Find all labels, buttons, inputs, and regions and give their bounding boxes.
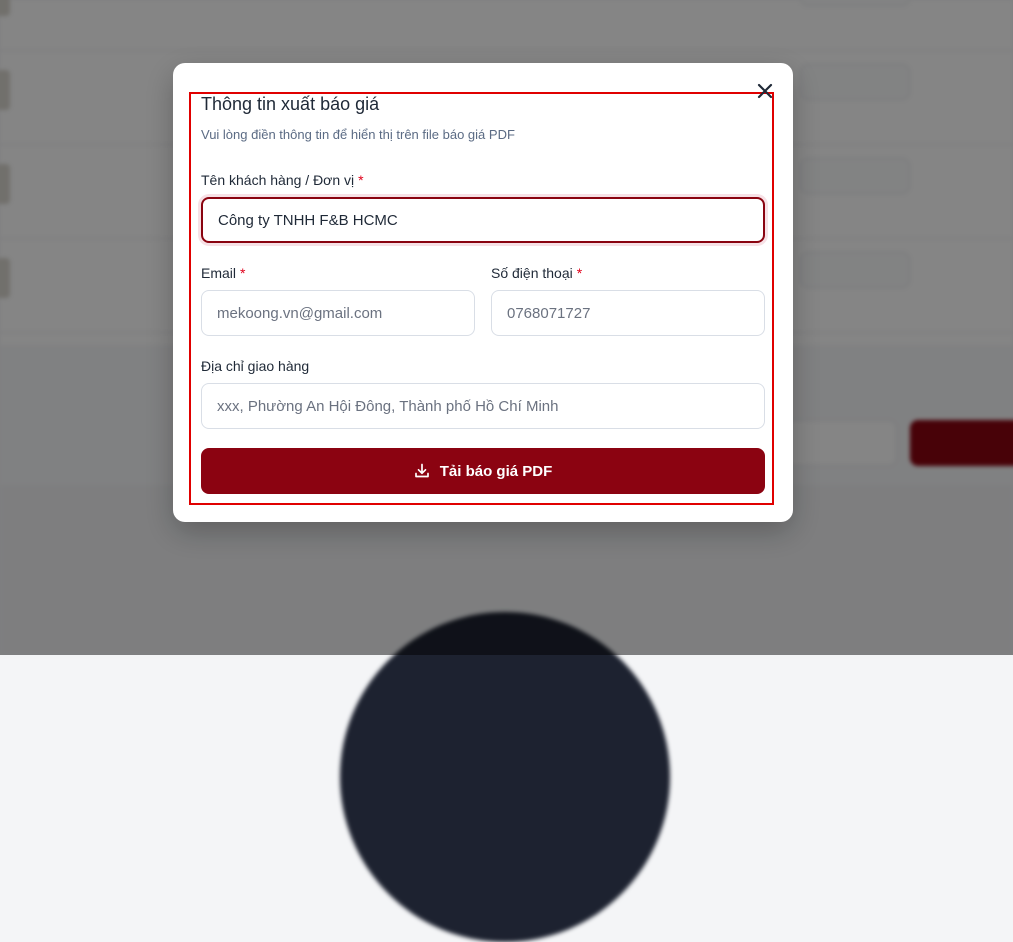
download-pdf-button[interactable]: Tải báo giá PDF — [201, 448, 765, 494]
address-label-text: Địa chỉ giao hàng — [201, 358, 310, 374]
customer-label-text: Tên khách hàng / Đơn vị — [201, 172, 355, 188]
close-button[interactable] — [754, 80, 776, 102]
customer-name-input[interactable] — [201, 197, 765, 243]
modal-title: Thông tin xuất báo giá — [201, 94, 380, 114]
email-label-text: Email — [201, 265, 237, 281]
address-label: Địa chỉ giao hàng — [201, 358, 309, 374]
email-input[interactable] — [201, 290, 475, 336]
phone-label: Số điện thoại * — [491, 265, 582, 281]
download-pdf-label: Tải báo giá PDF — [439, 462, 553, 480]
modal-subtitle: Vui lòng điền thông tin để hiển thị trên… — [201, 127, 515, 142]
required-mark: * — [240, 265, 246, 281]
customer-label: Tên khách hàng / Đơn vị * — [201, 172, 364, 188]
phone-input[interactable] — [491, 290, 765, 336]
background-shape — [340, 612, 670, 942]
required-mark: * — [358, 172, 364, 188]
address-input[interactable] — [201, 383, 765, 429]
download-icon — [414, 463, 429, 478]
email-label: Email * — [201, 265, 245, 281]
export-quote-modal: Thông tin xuất báo giá Vui lòng điền thô… — [173, 63, 793, 522]
required-mark: * — [576, 265, 583, 281]
phone-label-text: Số điện thoại — [491, 265, 573, 281]
close-icon — [757, 83, 773, 99]
